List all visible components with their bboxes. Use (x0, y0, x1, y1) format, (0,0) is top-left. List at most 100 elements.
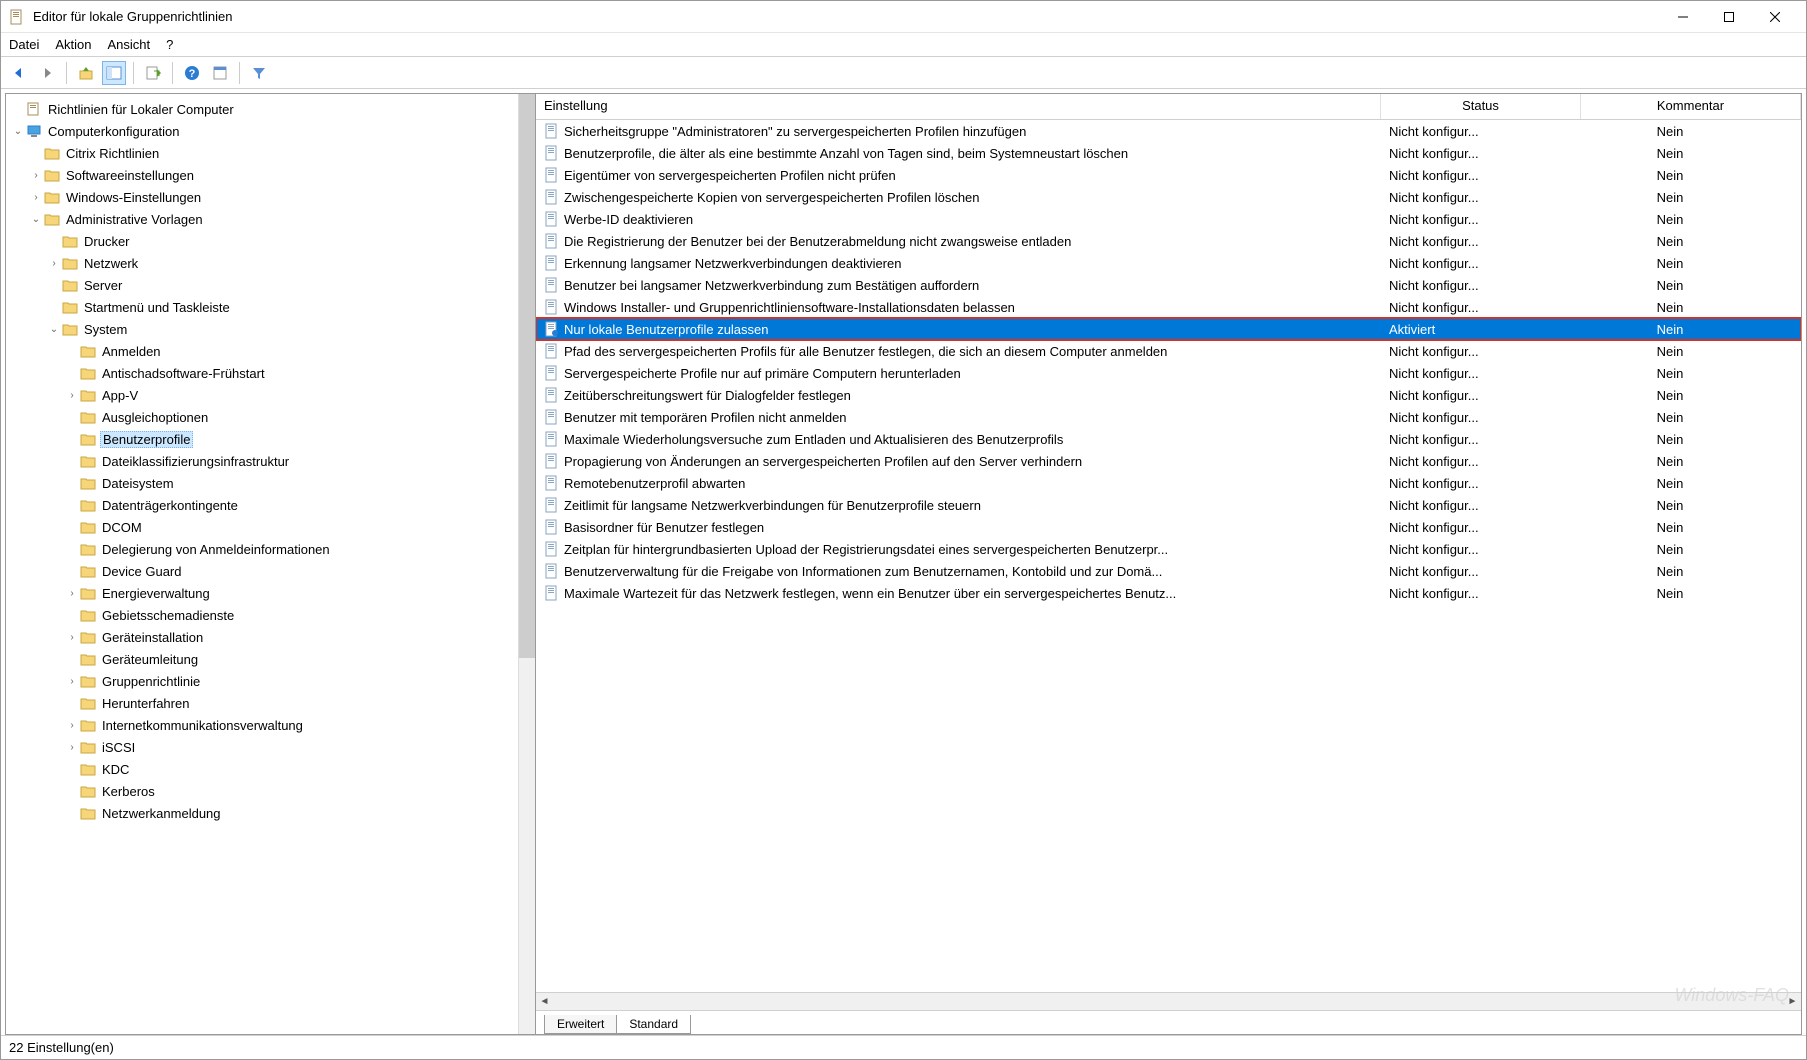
tree-anmelden[interactable]: Anmelden (6, 340, 518, 362)
column-setting[interactable]: Einstellung (536, 94, 1381, 119)
tree-dcom[interactable]: DCOM (6, 516, 518, 538)
tree-server[interactable]: Server (6, 274, 518, 296)
setting-comment: Nein (1581, 541, 1801, 558)
tree-gerateuml[interactable]: Geräteumleitung (6, 648, 518, 670)
setting-name: Zeitüberschreitungswert für Dialogfelder… (564, 388, 851, 403)
tab-standard[interactable]: Standard (616, 1015, 691, 1034)
list-row[interactable]: Maximale Wiederholungsversuche zum Entla… (536, 428, 1801, 450)
tree-kdc[interactable]: KDC (6, 758, 518, 780)
tree-internetkomm[interactable]: ›Internetkommunikationsverwaltung (6, 714, 518, 736)
tree-netzwerk[interactable]: ›Netzwerk (6, 252, 518, 274)
tree-gerateinst[interactable]: ›Geräteinstallation (6, 626, 518, 648)
list-row[interactable]: Werbe-ID deaktivierenNicht konfigur...Ne… (536, 208, 1801, 230)
list-row[interactable]: Zwischengespeicherte Kopien von serverge… (536, 186, 1801, 208)
tree-iscsi[interactable]: ›iSCSI (6, 736, 518, 758)
export-list-button[interactable] (141, 61, 165, 85)
back-button[interactable] (7, 61, 31, 85)
list-body: Sicherheitsgruppe "Administratoren" zu s… (536, 120, 1801, 992)
list-row[interactable]: Windows Installer- und Gruppenrichtlinie… (536, 296, 1801, 318)
minimize-button[interactable] (1660, 2, 1706, 32)
setting-comment: Nein (1581, 563, 1801, 580)
tree-admin-templates[interactable]: ⌄Administrative Vorlagen (6, 208, 518, 230)
tree-dateiklass[interactable]: Dateiklassifizierungsinfrastruktur (6, 450, 518, 472)
list-row[interactable]: Maximale Wartezeit für das Netzwerk fest… (536, 582, 1801, 604)
tree-label: Datenträgerkontingente (100, 498, 240, 513)
tree-startmenu[interactable]: Startmenü und Taskleiste (6, 296, 518, 318)
tree-kerberos[interactable]: Kerberos (6, 780, 518, 802)
tree-appv[interactable]: ›App-V (6, 384, 518, 406)
menu-help[interactable]: ? (166, 37, 173, 52)
horizontal-scrollbar[interactable]: ◄► (536, 992, 1801, 1010)
tree-netzwerkanmeldung[interactable]: Netzwerkanmeldung (6, 802, 518, 824)
list-row[interactable]: Zeitlimit für langsame Netzwerkverbindun… (536, 494, 1801, 516)
column-status[interactable]: Status (1381, 94, 1581, 119)
tree-ausgleich[interactable]: Ausgleichoptionen (6, 406, 518, 428)
setting-name: Zwischengespeicherte Kopien von serverge… (564, 190, 980, 205)
setting-name: Benutzerprofile, die älter als eine best… (564, 146, 1128, 161)
tree-software[interactable]: ›Softwareeinstellungen (6, 164, 518, 186)
filter-button[interactable] (247, 61, 271, 85)
up-button[interactable] (74, 61, 98, 85)
tree-drucker[interactable]: Drucker (6, 230, 518, 252)
column-comment[interactable]: Kommentar (1581, 94, 1801, 119)
tree-label: Benutzerprofile (100, 431, 193, 448)
tree-windows-settings[interactable]: ›Windows-Einstellungen (6, 186, 518, 208)
tree-root[interactable]: Richtlinien für Lokaler Computer (6, 98, 518, 120)
setting-status: Nicht konfigur... (1381, 189, 1581, 206)
setting-status: Nicht konfigur... (1381, 409, 1581, 426)
list-row[interactable]: Erkennung langsamer Netzwerkverbindungen… (536, 252, 1801, 274)
list-row[interactable]: Benutzer bei langsamer Netzwerkverbindun… (536, 274, 1801, 296)
tree-computer-config[interactable]: ⌄Computerkonfiguration (6, 120, 518, 142)
tree-label: iSCSI (100, 740, 137, 755)
setting-comment: Nein (1581, 211, 1801, 228)
maximize-button[interactable] (1706, 2, 1752, 32)
close-button[interactable] (1752, 2, 1798, 32)
forward-button[interactable] (35, 61, 59, 85)
tree-gebiets[interactable]: Gebietsschemadienste (6, 604, 518, 626)
tree-label: Gebietsschemadienste (100, 608, 236, 623)
list-row[interactable]: Die Registrierung der Benutzer bei der B… (536, 230, 1801, 252)
tree-system[interactable]: ⌄System (6, 318, 518, 340)
tree-dateisystem[interactable]: Dateisystem (6, 472, 518, 494)
list-row[interactable]: Sicherheitsgruppe "Administratoren" zu s… (536, 120, 1801, 142)
svg-text:?: ? (189, 68, 196, 80)
setting-comment: Nein (1581, 585, 1801, 602)
list-row[interactable]: Benutzer mit temporären Profilen nicht a… (536, 406, 1801, 428)
list-row[interactable]: Servergespeicherte Profile nur auf primä… (536, 362, 1801, 384)
help-button[interactable]: ? (180, 61, 204, 85)
show-hide-tree-button[interactable] (102, 61, 126, 85)
tree-datentrager[interactable]: Datenträgerkontingente (6, 494, 518, 516)
tree-energie[interactable]: ›Energieverwaltung (6, 582, 518, 604)
tree-deviceguard[interactable]: Device Guard (6, 560, 518, 582)
tree-antischad[interactable]: Antischadsoftware-Frühstart (6, 362, 518, 384)
list-row[interactable]: Benutzerprofile, die älter als eine best… (536, 142, 1801, 164)
menu-action[interactable]: Aktion (55, 37, 91, 52)
tree-label: Delegierung von Anmeldeinformationen (100, 542, 332, 557)
list-row[interactable]: Propagierung von Änderungen an serverges… (536, 450, 1801, 472)
list-row[interactable]: Eigentümer von servergespeicherten Profi… (536, 164, 1801, 186)
tree-label: Internetkommunikationsverwaltung (100, 718, 305, 733)
list-row[interactable]: Nur lokale Benutzerprofile zulassenAktiv… (536, 318, 1801, 340)
menu-file[interactable]: Datei (9, 37, 39, 52)
tree-benutzerprofile[interactable]: Benutzerprofile (6, 428, 518, 450)
properties-button[interactable] (208, 61, 232, 85)
list-row[interactable]: Basisordner für Benutzer festlegenNicht … (536, 516, 1801, 538)
list-row[interactable]: Zeitplan für hintergrundbasierten Upload… (536, 538, 1801, 560)
tree-scrollbar[interactable] (518, 94, 535, 1034)
tree-delegierung[interactable]: Delegierung von Anmeldeinformationen (6, 538, 518, 560)
list-row[interactable]: Remotebenutzerprofil abwartenNicht konfi… (536, 472, 1801, 494)
tree-label: KDC (100, 762, 131, 777)
tree-herunterfahren[interactable]: Herunterfahren (6, 692, 518, 714)
tree-label: Startmenü und Taskleiste (82, 300, 232, 315)
setting-status: Nicht konfigur... (1381, 343, 1581, 360)
setting-status: Nicht konfigur... (1381, 563, 1581, 580)
tree-label: Windows-Einstellungen (64, 190, 203, 205)
tree-gruppenricht[interactable]: ›Gruppenrichtlinie (6, 670, 518, 692)
list-row[interactable]: Benutzerverwaltung für die Freigabe von … (536, 560, 1801, 582)
menu-view[interactable]: Ansicht (108, 37, 151, 52)
list-row[interactable]: Pfad des servergespeicherten Profils für… (536, 340, 1801, 362)
list-row[interactable]: Zeitüberschreitungswert für Dialogfelder… (536, 384, 1801, 406)
tab-extended[interactable]: Erweitert (544, 1015, 617, 1034)
setting-comment: Nein (1581, 321, 1801, 338)
tree-citrix[interactable]: Citrix Richtlinien (6, 142, 518, 164)
